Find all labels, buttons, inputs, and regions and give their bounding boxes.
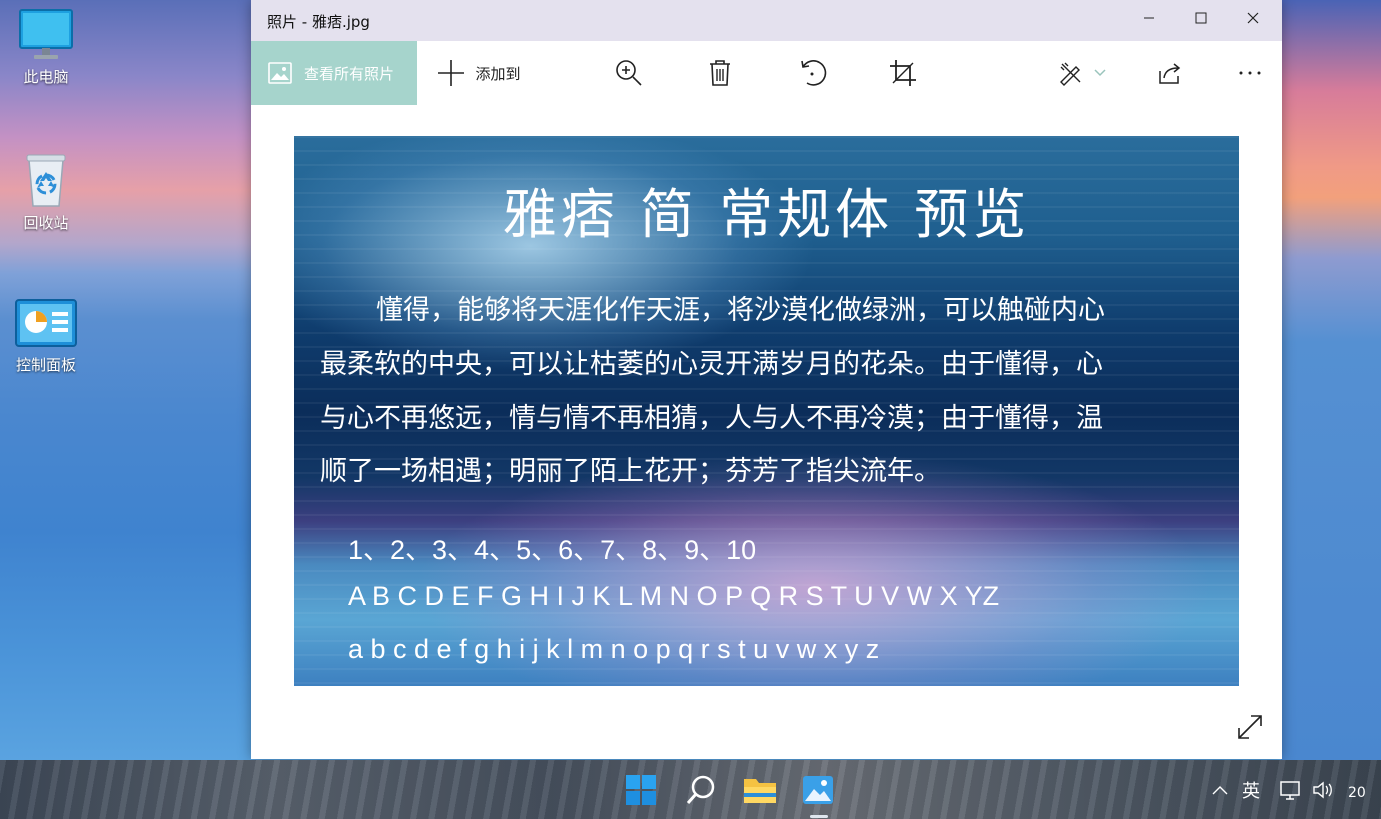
desktop-icon-control-panel[interactable]: 控制面板 <box>6 298 86 375</box>
expand-icon <box>1238 715 1262 739</box>
photo-paragraph-line: 懂得，能够将天涯化作天涯，将沙漠化做绿洲，可以触碰内心 <box>376 295 1105 326</box>
edit-dropdown-button[interactable] <box>1051 41 1113 105</box>
system-tray: 英 20 <box>1212 760 1366 819</box>
desktop-icon-label: 此电脑 <box>23 68 69 86</box>
maximize-icon <box>1195 12 1207 24</box>
minimize-icon <box>1144 17 1154 19</box>
delete-button[interactable] <box>698 41 742 105</box>
search-icon <box>686 775 715 804</box>
maximize-button[interactable] <box>1178 0 1224 36</box>
photos-taskbar-button[interactable] <box>798 770 838 810</box>
zoom-button[interactable] <box>607 41 651 105</box>
control-panel-icon <box>14 298 78 350</box>
gallery-icon <box>268 62 292 84</box>
photos-window: 照片 - 雅痞.jpg 查看所有照片 添加到 雅痞 简 常规体 预览 懂得，能够… <box>251 0 1282 759</box>
file-explorer-button[interactable] <box>740 770 780 810</box>
input-method-indicator[interactable]: 英 <box>1242 777 1260 803</box>
full-screen-button[interactable] <box>1236 713 1264 741</box>
active-app-indicator <box>810 815 828 818</box>
photo-paragraph-line: 最柔软的中央，可以让枯萎的心灵开满岁月的花朵。由于懂得，心 <box>320 349 1103 380</box>
add-to-button[interactable]: 添加到 <box>431 41 527 105</box>
rotate-icon <box>801 60 827 86</box>
plus-icon <box>438 60 465 86</box>
file-explorer-icon <box>744 779 776 803</box>
photo-uppercase-line: A B C D E F G H I J K L M N O P Q R S T … <box>348 581 1000 611</box>
desktop-icon-recycle-bin[interactable]: 回收站 <box>6 150 86 233</box>
more-icon <box>1239 71 1261 75</box>
close-button[interactable] <box>1230 0 1276 36</box>
photo-paragraph-line: 与心不再悠远，情与情不再相猜，人与人不再冷漠；由于懂得，温 <box>320 403 1103 434</box>
chevron-down-icon <box>1094 69 1106 77</box>
search-button[interactable] <box>681 770 721 810</box>
monitor-icon <box>18 8 74 62</box>
more-button[interactable] <box>1228 41 1272 105</box>
photo-image: 雅痞 简 常规体 预览 懂得，能够将天涯化作天涯，将沙漠化做绿洲，可以触碰内心 … <box>294 136 1239 686</box>
network-icon[interactable] <box>1280 779 1302 801</box>
title-bar[interactable]: 照片 - 雅痞.jpg <box>251 0 1282 41</box>
photo-title-text: 雅痞 简 常规体 预览 <box>502 183 1031 246</box>
crop-button[interactable] <box>881 41 925 105</box>
minimize-button[interactable] <box>1126 0 1172 36</box>
crop-icon <box>890 60 916 86</box>
desktop-icon-this-pc[interactable]: 此电脑 <box>6 8 86 87</box>
start-button[interactable] <box>621 770 661 810</box>
photo-numbers-line: 1、2、3、4、5、6、7、8、9、10 <box>348 535 757 565</box>
share-icon <box>1159 63 1181 84</box>
window-title: 照片 - 雅痞.jpg <box>267 13 370 31</box>
view-all-photos-button[interactable]: 查看所有照片 <box>251 41 417 105</box>
delete-icon <box>710 60 730 86</box>
clock[interactable]: 20 <box>1348 785 1366 801</box>
volume-icon[interactable] <box>1312 780 1334 800</box>
taskbar: 英 20 <box>0 760 1381 819</box>
view-all-label: 查看所有照片 <box>304 64 395 83</box>
desktop-icon-label: 控制面板 <box>15 356 76 374</box>
start-icon <box>626 775 656 805</box>
zoom-in-icon <box>616 60 642 86</box>
chevron-up-icon[interactable] <box>1212 785 1228 795</box>
photos-icon <box>803 776 833 804</box>
desktop-icon-label: 回收站 <box>23 214 69 232</box>
photos-toolbar: 查看所有照片 添加到 <box>251 41 1282 105</box>
edit-icon <box>1060 62 1081 86</box>
close-icon <box>1247 12 1259 24</box>
photo-paragraph-line: 顺了一场相遇；明丽了陌上花开；芬芳了指尖流年。 <box>320 456 941 487</box>
share-button[interactable] <box>1148 41 1192 105</box>
add-to-label: 添加到 <box>475 64 521 83</box>
photo-lowercase-line: a b c d e f g h i j k l m n o p q r s t … <box>348 634 880 664</box>
recycle-bin-icon <box>21 150 71 208</box>
rotate-button[interactable] <box>790 41 834 105</box>
